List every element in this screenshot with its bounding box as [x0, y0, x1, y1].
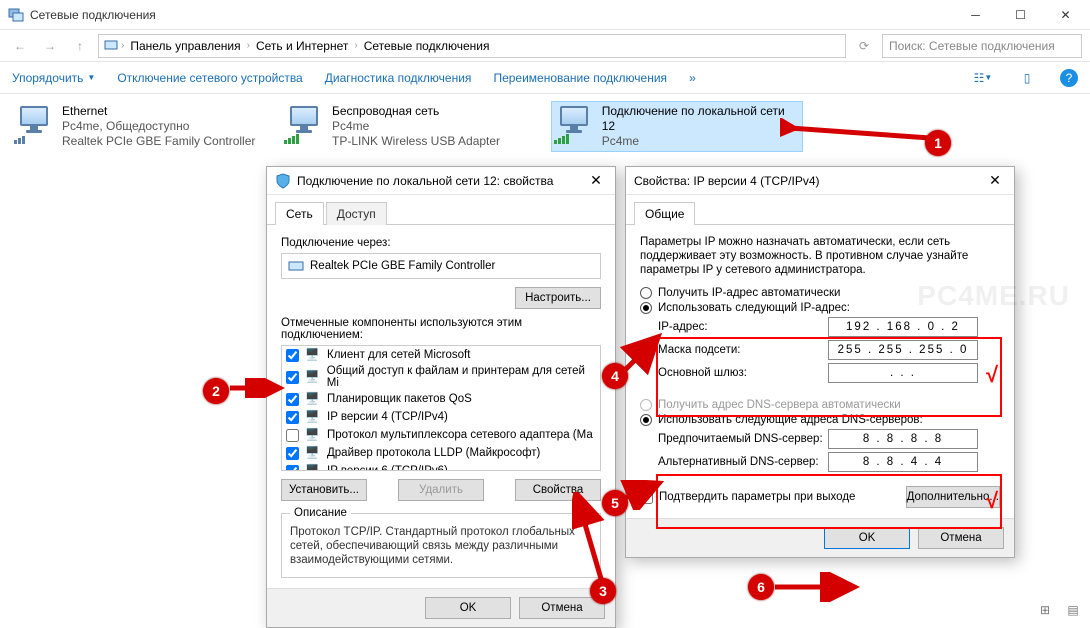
dns1-input[interactable]: 8 . 8 . 8 . 8 — [828, 429, 978, 449]
close-icon[interactable]: ✕ — [585, 172, 607, 189]
conn-name: Беспроводная сеть — [332, 104, 500, 119]
confirm-checkbox[interactable]: Подтвердить параметры при выходе — [640, 491, 855, 504]
connection-lan12[interactable]: Подключение по локальной сети 12Pc4me — [552, 102, 802, 151]
chevron-right-icon: › — [354, 40, 357, 51]
diagnose-button[interactable]: Диагностика подключения — [325, 71, 472, 85]
tab-general[interactable]: Общие — [634, 202, 695, 225]
list-item-ipv4: 🖥️IP версии 4 (TCP/IPv4) — [282, 408, 600, 426]
ethernet-icon — [14, 104, 54, 144]
view-icon[interactable]: ⊞ — [1034, 599, 1056, 621]
details-panel-icon[interactable]: ▯ — [1016, 67, 1038, 89]
dialog-title: Подключение по локальной сети 12: свойст… — [297, 174, 585, 188]
radio-manual-ip[interactable]: Использовать следующий IP-адрес: — [640, 302, 1000, 314]
list-item: 🖥️Клиент для сетей Microsoft — [282, 346, 600, 364]
crumb-1[interactable]: Панель управления — [126, 37, 244, 55]
dns2-label: Альтернативный DNS-сервер: — [658, 456, 828, 468]
shield-icon — [275, 173, 291, 189]
client-icon: 🖥️ — [305, 347, 321, 363]
search-input[interactable]: Поиск: Сетевые подключения — [882, 34, 1082, 58]
properties-button[interactable]: Свойства — [515, 479, 601, 501]
disable-device-button[interactable]: Отключение сетевого устройства — [117, 71, 302, 85]
share-icon: 🖥️ — [305, 369, 321, 385]
maximize-button[interactable]: ☐ — [998, 1, 1043, 29]
ok-button[interactable]: OK — [425, 597, 511, 619]
ipv4-icon: 🖥️ — [305, 409, 321, 425]
connection-ethernet[interactable]: EthernetPc4me, ОбщедоступноRealtek PCIe … — [12, 102, 262, 151]
dialog-title: Свойства: IP версии 4 (TCP/IPv4) — [634, 174, 984, 188]
gateway-label: Основной шлюз: — [658, 367, 828, 379]
preview-icon[interactable]: ▤ — [1062, 599, 1084, 621]
annotation-badge-2: 2 — [203, 378, 229, 404]
chevron-down-icon: ▼ — [87, 73, 95, 82]
mask-input[interactable]: 255 . 255 . 255 . 0 — [828, 340, 978, 360]
wifi-icon — [284, 104, 324, 144]
search-placeholder: Поиск: Сетевые подключения — [889, 39, 1055, 53]
conn-name: Ethernet — [62, 104, 255, 119]
ip-input[interactable]: 192 . 168 . 0 . 2 — [828, 317, 978, 337]
ipv6-icon: 🖥️ — [305, 463, 321, 471]
intro-text: Параметры IP можно назначать автоматичес… — [640, 235, 1000, 277]
view-icon[interactable]: ☷▼ — [972, 67, 994, 89]
adapter-field: Realtek PCIe GBE Family Controller — [281, 253, 601, 279]
adapter-icon — [288, 258, 304, 274]
refresh-button[interactable]: ⟳ — [852, 34, 876, 58]
tab-access[interactable]: Доступ — [326, 202, 387, 225]
qos-icon: 🖥️ — [305, 391, 321, 407]
app-icon — [8, 7, 24, 23]
mux-icon: 🖥️ — [305, 427, 321, 443]
list-item: 🖥️Общий доступ к файлам и принтерам для … — [282, 364, 600, 390]
install-button[interactable]: Установить... — [281, 479, 367, 501]
chevron-right-icon: › — [121, 40, 124, 51]
list-item: 🖥️IP версии 6 (TCP/IPv6) — [282, 462, 600, 471]
list-item: 🖥️Протокол мультиплексора сетевого адапт… — [282, 426, 600, 444]
remove-button[interactable]: Удалить — [398, 479, 484, 501]
radio-auto-dns: Получить адрес DNS-сервера автоматически — [640, 399, 1000, 411]
advanced-button[interactable]: Дополнительно... — [906, 486, 1000, 508]
back-button[interactable]: ← — [8, 34, 32, 58]
radio-auto-ip[interactable]: Получить IP-адрес автоматически — [640, 287, 1000, 299]
cancel-button[interactable]: Отмена — [918, 527, 1004, 549]
crumb-2[interactable]: Сеть и Интернет — [252, 37, 352, 55]
dns2-input[interactable]: 8 . 8 . 4 . 4 — [828, 452, 978, 472]
forward-button[interactable]: → — [38, 34, 62, 58]
up-button[interactable]: ↑ — [68, 34, 92, 58]
crumb-3[interactable]: Сетевые подключения — [360, 37, 494, 55]
more-menu[interactable]: » — [689, 71, 696, 85]
cancel-button[interactable]: Отмена — [519, 597, 605, 619]
gateway-input[interactable]: . . . — [828, 363, 978, 383]
chevron-right-icon: › — [247, 40, 250, 51]
lldp-icon: 🖥️ — [305, 445, 321, 461]
mask-label: Маска подсети: — [658, 344, 828, 356]
list-item: 🖥️Планировщик пакетов QoS — [282, 390, 600, 408]
network-icon — [103, 38, 119, 54]
ip-label: IP-адрес: — [658, 321, 828, 333]
window-title: Сетевые подключения — [30, 8, 953, 22]
breadcrumb[interactable]: › Панель управления › Сеть и Интернет › … — [98, 34, 846, 58]
components-list[interactable]: 🖥️Клиент для сетей Microsoft 🖥️Общий дос… — [281, 345, 601, 471]
lan-icon — [554, 104, 594, 144]
description-title: Описание — [290, 507, 351, 519]
close-button[interactable]: ✕ — [1043, 1, 1088, 29]
arrow-annotation — [770, 572, 860, 602]
configure-button[interactable]: Настроить... — [515, 287, 601, 309]
minimize-button[interactable]: ─ — [953, 1, 998, 29]
radio-manual-dns[interactable]: Использовать следующие адреса DNS-сервер… — [640, 414, 1000, 426]
list-item: 🖥️Драйвер протокола LLDP (Майкрософт) — [282, 444, 600, 462]
connect-via-label: Подключение через: — [281, 237, 601, 249]
tab-network[interactable]: Сеть — [275, 202, 324, 225]
close-icon[interactable]: ✕ — [984, 172, 1006, 189]
connection-wireless[interactable]: Беспроводная сетьPc4meTP-LINK Wireless U… — [282, 102, 532, 151]
ok-button[interactable]: OK — [824, 527, 910, 549]
help-icon[interactable]: ? — [1060, 69, 1078, 87]
conn-name: Подключение по локальной сети 12 — [602, 104, 800, 134]
organize-menu[interactable]: Упорядочить▼ — [12, 71, 95, 85]
components-label: Отмеченные компоненты используются этим … — [281, 317, 601, 341]
annotation-badge-6: 6 — [748, 574, 774, 600]
rename-button[interactable]: Переименование подключения — [493, 71, 667, 85]
dns1-label: Предпочитаемый DNS-сервер: — [658, 433, 828, 445]
description-text: Протокол TCP/IP. Стандартный протокол гл… — [290, 523, 592, 571]
